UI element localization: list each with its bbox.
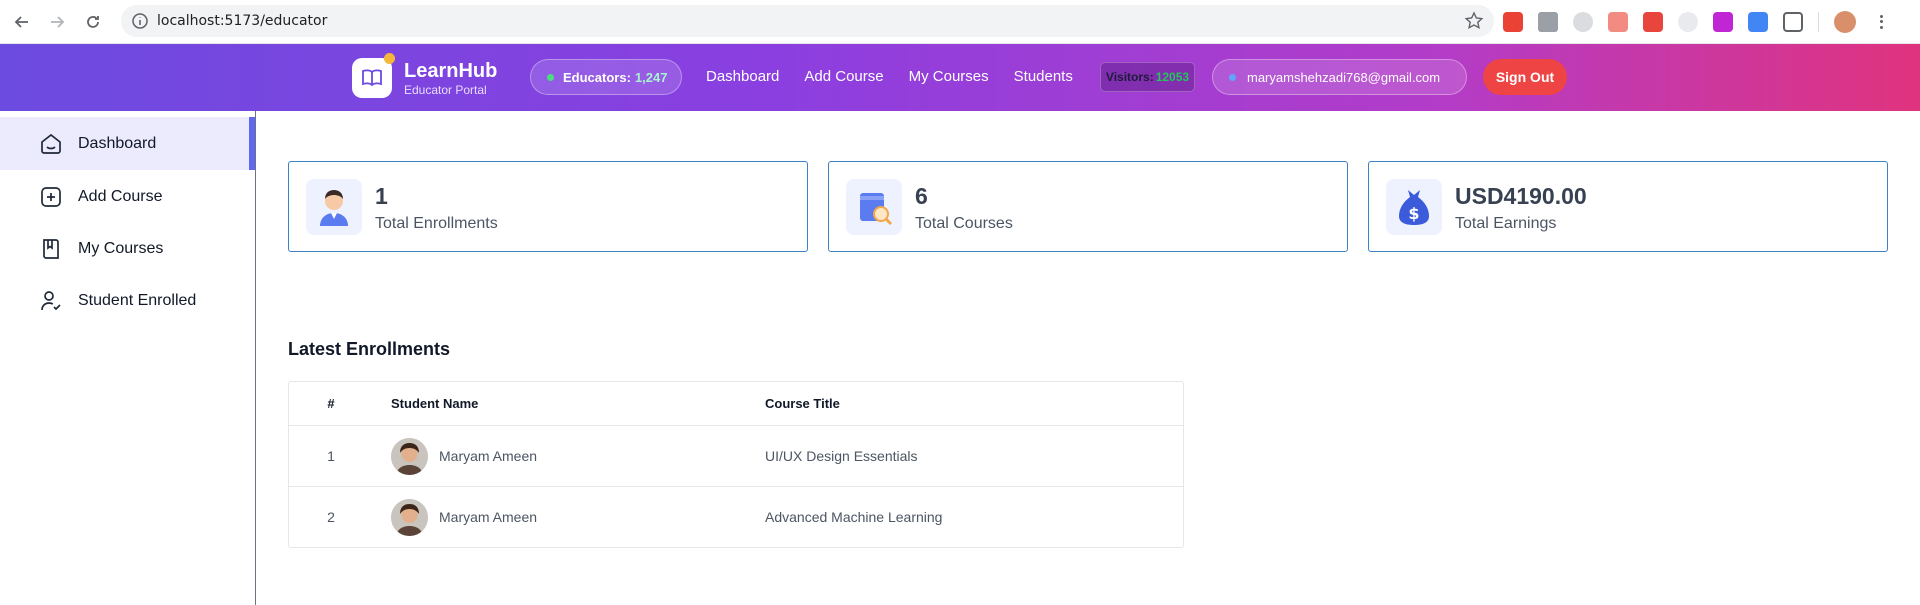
person-icon — [306, 179, 362, 235]
lock-extension-icon[interactable] — [1643, 12, 1663, 32]
sidebar-item-dashboard[interactable]: Dashboard — [0, 117, 255, 170]
course-title: Advanced Machine Learning — [765, 509, 943, 525]
stat-card-courses: 6 Total Courses — [828, 161, 1348, 252]
extension-icon[interactable] — [1748, 12, 1768, 32]
divider — [1818, 12, 1819, 32]
browser-toolbar: localhost:5173/educator — [0, 0, 1920, 44]
forward-arrow-icon[interactable] — [45, 10, 69, 34]
back-arrow-icon[interactable] — [10, 10, 34, 34]
student-name: Maryam Ameen — [439, 448, 538, 464]
column-header: Course Title — [765, 396, 840, 411]
sidebar-item-label: Student Enrolled — [78, 291, 197, 309]
student-name: Maryam Ameen — [439, 509, 538, 525]
reload-icon[interactable] — [81, 10, 105, 34]
course-title: UI/UX Design Essentials — [765, 448, 918, 464]
column-header: # — [327, 396, 335, 411]
stat-label: Total Earnings — [1455, 215, 1557, 232]
shield-extension-icon[interactable] — [1713, 12, 1733, 32]
extensions-bar — [1503, 10, 1891, 34]
svg-text:$: $ — [1408, 204, 1419, 223]
sign-out-button[interactable]: Sign Out — [1483, 59, 1567, 95]
address-bar[interactable]: localhost:5173/educator — [121, 5, 1494, 37]
logo-badge — [384, 53, 395, 64]
home-icon — [38, 131, 64, 157]
educators-count-pill: Educators: 1,247 — [530, 59, 682, 95]
more-menu-icon[interactable] — [1871, 12, 1891, 32]
site-info-icon[interactable] — [131, 12, 149, 35]
brand-name: LearnHub — [404, 60, 498, 82]
money-bag-icon: $ — [1386, 179, 1442, 235]
stat-card-enrollments: 1 Total Enrollments — [288, 161, 808, 252]
educators-label: Educators: — [563, 69, 631, 85]
stat-value: 1 — [375, 183, 388, 209]
extension-icon[interactable] — [1678, 12, 1698, 32]
add-icon — [38, 184, 64, 210]
visitors-label: Visitors: — [1105, 70, 1154, 84]
user-email: maryamshehzadi768@gmail.com — [1247, 69, 1441, 85]
section-title: Latest Enrollments — [288, 339, 451, 359]
course-book-icon — [846, 179, 902, 235]
sidebar-item-student-enrolled[interactable]: Student Enrolled — [0, 274, 255, 327]
logo[interactable] — [352, 58, 392, 98]
camera-icon[interactable] — [1538, 12, 1558, 32]
visitors-counter: Visitors: 12053 — [1100, 62, 1195, 92]
book-logo-icon — [362, 69, 382, 87]
bookmark-star-icon[interactable] — [1464, 11, 1484, 36]
nav-add-course[interactable]: Add Course — [804, 68, 883, 85]
avatar — [391, 499, 428, 536]
status-dot — [1229, 73, 1236, 81]
row-number: 2 — [327, 509, 335, 525]
profile-avatar[interactable] — [1834, 11, 1856, 33]
table-row: 1 Maryam Ameen UI/UX Design Essentials — [289, 426, 1183, 487]
sidebar-item-label: Dashboard — [78, 134, 157, 152]
sidebar: Dashboard Add Course My Courses Student … — [0, 111, 256, 605]
sidebar-item-add-course[interactable]: Add Course — [0, 170, 255, 223]
top-nav: Dashboard Add Course My Courses Students — [706, 68, 1073, 85]
avatar — [391, 438, 428, 475]
app-header: LearnHub Educator Portal Educators: 1,24… — [0, 44, 1920, 111]
column-header: Student Name — [391, 396, 479, 411]
stat-card-earnings: $ USD4190.00 Total Earnings — [1368, 161, 1888, 252]
sidebar-item-label: Add Course — [78, 187, 163, 205]
book-icon — [38, 236, 64, 262]
sidebar-item-label: My Courses — [78, 239, 164, 257]
stat-label: Total Courses — [915, 215, 1013, 232]
brand-subtitle: Educator Portal — [404, 83, 487, 97]
extension-icon[interactable] — [1503, 12, 1523, 32]
table-row: 2 Maryam Ameen Advanced Machine Learning — [289, 487, 1183, 548]
sidebar-item-my-courses[interactable]: My Courses — [0, 222, 255, 275]
pdf-icon[interactable] — [1608, 12, 1628, 32]
puzzle-icon[interactable] — [1783, 12, 1803, 32]
user-check-icon — [38, 288, 64, 314]
url-text: localhost:5173/educator — [157, 13, 328, 29]
educators-count: 1,247 — [634, 69, 668, 85]
visitors-count: 12053 — [1155, 70, 1190, 84]
row-number: 1 — [327, 448, 335, 464]
stat-value: USD4190.00 — [1455, 183, 1587, 209]
user-email-pill[interactable]: maryamshehzadi768@gmail.com — [1212, 59, 1467, 95]
enrollments-table: # Student Name Course Title 1 Maryam Ame… — [288, 381, 1184, 548]
nav-dashboard[interactable]: Dashboard — [706, 68, 779, 85]
table-header: # Student Name Course Title — [289, 382, 1183, 426]
nav-students[interactable]: Students — [1014, 68, 1073, 85]
stat-value: 6 — [915, 183, 928, 209]
extension-icon[interactable] — [1573, 12, 1593, 32]
stat-label: Total Enrollments — [375, 215, 498, 232]
status-dot — [547, 73, 554, 81]
nav-my-courses[interactable]: My Courses — [909, 68, 989, 85]
